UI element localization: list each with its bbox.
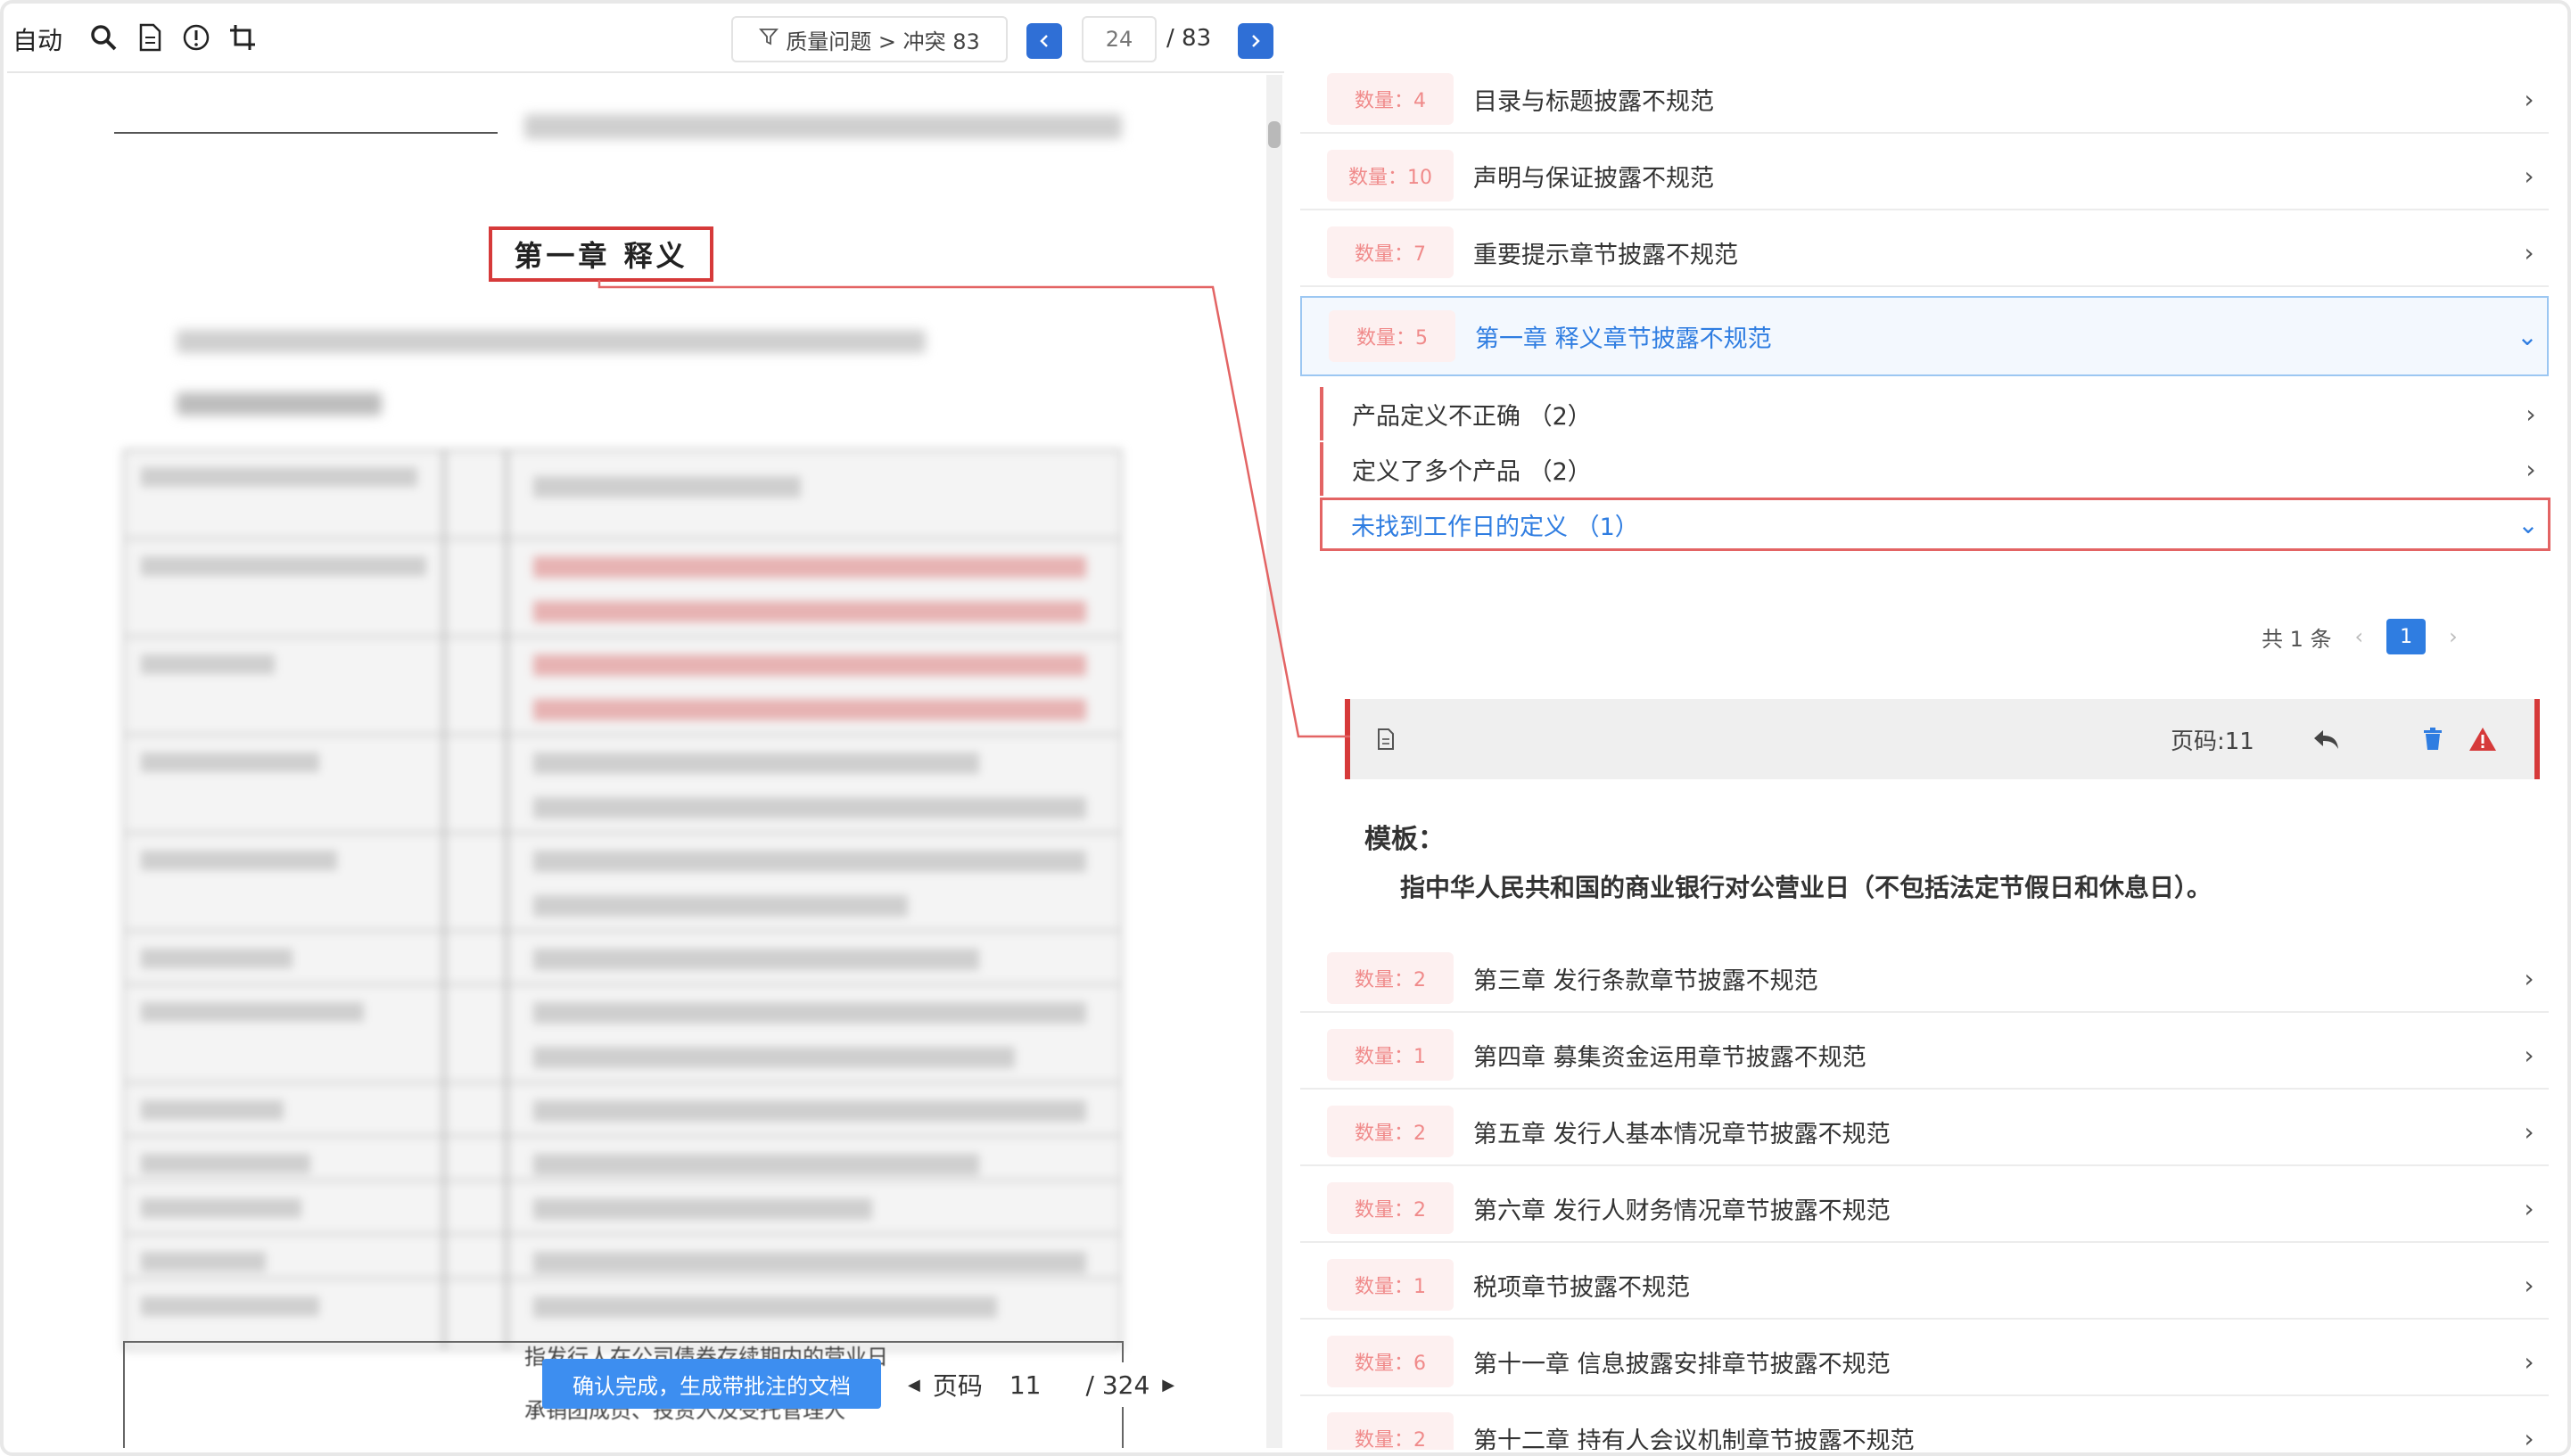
confirm-generate-button[interactable]: 确认完成，生成带批注的文档 [542, 1359, 881, 1409]
filter-breadcrumb[interactable]: 质量问题 > 冲突 83 [731, 16, 1008, 62]
annotation-card[interactable]: 页码:11 [1345, 699, 2540, 779]
blurred-header-text [524, 114, 1122, 139]
result-total: 共 1 条 [2262, 626, 2332, 652]
sub-issue-product-definition[interactable]: 产品定义不正确 （2） › [1320, 387, 2550, 440]
issue-row[interactable]: 数量：10 声明与保证披露不规范 › [1300, 143, 2549, 210]
issue-count-badge: 数量：2 [1327, 1182, 1454, 1234]
issue-title: 第四章 募集资金运用章节披露不规范 [1473, 1043, 1866, 1072]
pager-next-icon[interactable]: › [2449, 624, 2458, 649]
warning-icon[interactable] [2465, 721, 2501, 757]
issue-count-badge: 数量：1 [1327, 1029, 1454, 1081]
result-pager: 共 1 条 ‹ 1 › [2262, 619, 2458, 654]
chevron-right-icon: › [2524, 1040, 2534, 1070]
pager-page-button[interactable]: 1 [2386, 619, 2427, 654]
issue-title: 第五章 发行人基本情况章节披露不规范 [1473, 1120, 1891, 1148]
chevron-right-icon: › [2526, 399, 2536, 429]
issue-count-badge: 数量：2 [1327, 1412, 1454, 1450]
issue-count-badge: 数量：6 [1327, 1336, 1454, 1387]
chevron-right-icon [1252, 35, 1260, 47]
chevron-left-icon [1040, 35, 1048, 47]
issue-row[interactable]: 数量：2 第十二章 持有人会议机制章节披露不规范 › [1300, 1405, 2549, 1450]
issue-title: 税项章节披露不规范 [1473, 1273, 1690, 1302]
chevron-right-icon: › [2524, 1270, 2534, 1300]
chevron-right-icon: › [2524, 84, 2534, 114]
template-label: 模板： [1364, 824, 1445, 855]
table-left-rule [123, 1341, 125, 1448]
chevron-right-icon: › [2524, 237, 2534, 267]
scrollbar-thumb[interactable] [1268, 121, 1281, 148]
issue-title: 第三章 发行条款章节披露不规范 [1473, 967, 1818, 995]
issue-title: 第十二章 持有人会议机制章节披露不规范 [1473, 1427, 1915, 1451]
filter-icon [759, 27, 779, 52]
issue-title: 第十一章 信息披露安排章节披露不规范 [1473, 1350, 1891, 1378]
document-viewer-pane: 自动 质量问题 > 冲突 83 24 / 83 第一章 释义 指发行人在公司债券… [7, 4, 1284, 1450]
info-icon[interactable] [180, 21, 212, 53]
issue-count-badge: 数量：2 [1327, 1106, 1454, 1157]
issue-row[interactable]: 数量：2 第三章 发行条款章节披露不规范 › [1300, 945, 2549, 1013]
delete-icon[interactable] [2415, 721, 2451, 757]
issue-row[interactable]: 数量：2 第五章 发行人基本情况章节披露不规范 › [1300, 1098, 2549, 1166]
viewer-toolbar: 自动 质量问题 > 冲突 83 24 / 83 [7, 4, 1284, 73]
issue-count-badge: 数量：2 [1327, 952, 1454, 1004]
blurred-paragraph [177, 330, 926, 353]
issue-row[interactable]: 数量：1 税项章节披露不规范 › [1300, 1252, 2549, 1320]
chapter-heading-highlight[interactable]: 第一章 释义 [489, 226, 713, 282]
issue-title: 重要提示章节披露不规范 [1473, 241, 1738, 269]
issue-row[interactable]: 数量：6 第十一章 信息披露安排章节披露不规范 › [1300, 1328, 2549, 1396]
definitions-table [121, 448, 1124, 1352]
pager-next-icon[interactable]: ▶ [1162, 1376, 1174, 1394]
chevron-right-icon: › [2526, 454, 2536, 484]
issue-row[interactable]: 数量：4 目录与标题披露不规范 › [1300, 66, 2549, 134]
crop-icon[interactable] [227, 21, 259, 53]
document-icon[interactable] [134, 21, 166, 53]
pager-label: 页码 [932, 1371, 983, 1401]
issue-count-badge: 数量：5 [1329, 310, 1455, 362]
pager-total: / 324 [1085, 1370, 1150, 1400]
pager-prev-icon[interactable]: ◀ [908, 1376, 920, 1394]
issue-total: / 83 [1166, 25, 1212, 52]
document-icon[interactable] [1368, 721, 1404, 757]
issue-count-badge: 数量：1 [1327, 1259, 1454, 1311]
chevron-right-icon: › [2524, 1423, 2534, 1451]
blurred-subheading [177, 392, 382, 415]
issue-count-badge: 数量：7 [1327, 226, 1454, 278]
sub-issue-multiple-products[interactable]: 定义了多个产品 （2） › [1320, 442, 2550, 496]
document-scrollbar[interactable] [1266, 75, 1282, 1448]
header-rule [114, 132, 498, 134]
annotation-page-ref[interactable]: 页码:11 [2171, 723, 2254, 756]
issue-count-badge: 数量：4 [1327, 73, 1454, 125]
chevron-right-icon: › [2524, 963, 2534, 993]
chevron-right-icon: › [2524, 1116, 2534, 1147]
issue-row[interactable]: 数量：1 第四章 募集资金运用章节披露不规范 › [1300, 1022, 2549, 1090]
issue-index-input[interactable]: 24 [1082, 16, 1157, 62]
search-icon[interactable] [87, 21, 119, 53]
chevron-right-icon: › [2524, 160, 2534, 191]
issue-row[interactable]: 数量：2 第六章 发行人财务情况章节披露不规范 › [1300, 1175, 2549, 1243]
chevron-down-icon: ⌄ [2517, 321, 2538, 351]
next-issue-button[interactable] [1238, 23, 1273, 59]
document-pager: ◀ 页码 11 / 324 ▶ [899, 1362, 1184, 1407]
issue-row[interactable]: 数量：5 第一章 释义章节披露不规范 ⌄ [1300, 296, 2549, 376]
template-text: 指中华人民共和国的商业银行对公营业日（不包括法定节假日和休息日）。 [1400, 873, 2213, 902]
issues-panel: 数量：4 目录与标题披露不规范 › 数量：10 声明与保证披露不规范 › 数量：7 重要提示章… [1290, 4, 2558, 1450]
chevron-down-icon: ⌄ [2517, 509, 2539, 539]
pager-current-input[interactable]: 11 [1009, 1370, 1042, 1400]
issue-count-badge: 数量：10 [1327, 150, 1454, 202]
issue-title: 目录与标题披露不规范 [1473, 87, 1714, 116]
issue-row[interactable]: 数量：7 重要提示章节披露不规范 › [1300, 219, 2549, 287]
issue-title: 声明与保证披露不规范 [1473, 164, 1714, 193]
chevron-right-icon: › [2524, 1346, 2534, 1377]
previous-issue-button[interactable] [1026, 23, 1062, 59]
sub-issue-workday-missing[interactable]: 未找到工作日的定义 （1） ⌄ [1320, 498, 2550, 551]
pager-prev-icon[interactable]: ‹ [2355, 624, 2364, 649]
chevron-right-icon: › [2524, 1193, 2534, 1223]
auto-mode-label[interactable]: 自动 [12, 21, 62, 57]
document-page: 第一章 释义 指发行人在公司债券存续期内的营业日 承销团成员、投资人及受托管理人… [7, 75, 1265, 1448]
reply-icon[interactable] [2308, 721, 2344, 757]
issue-title: 第一章 释义章节披露不规范 [1475, 325, 1772, 353]
sub-issue-list: 产品定义不正确 （2） › 定义了多个产品 （2） › 未找到工作日的定义 （1… [1320, 387, 2550, 565]
filter-text: 质量问题 > 冲突 83 [786, 29, 980, 54]
issue-title: 第六章 发行人财务情况章节披露不规范 [1473, 1197, 1891, 1225]
